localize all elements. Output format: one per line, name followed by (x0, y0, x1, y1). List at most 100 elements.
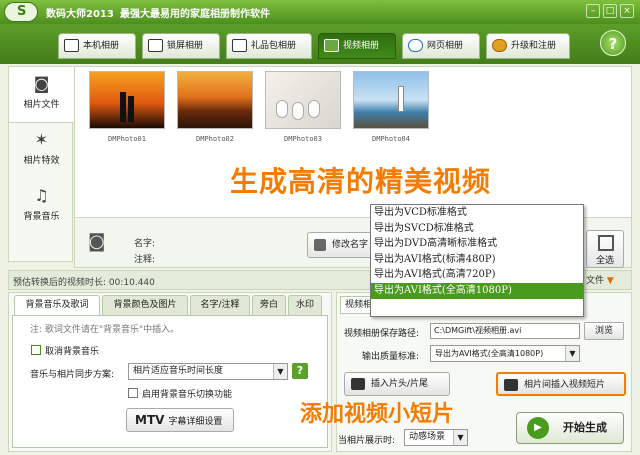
quality-label: 输出质量标准: (362, 352, 420, 362)
subtab-watermark[interactable]: 水印 (288, 295, 322, 315)
shoe-shape (292, 102, 304, 120)
quality-option-avi-480p[interactable]: 导出为AVI格式(标清480P) (371, 252, 583, 268)
effects-icon: ✶ (34, 130, 49, 149)
tab-label: 升级和注册 (511, 41, 557, 51)
silhouette-figure (128, 96, 134, 122)
quality-option-avi-1080p[interactable]: 导出为AVI格式(全高清1080P) (371, 282, 583, 299)
camera-icon: ◙ (33, 74, 50, 93)
sidebar-item-label: 背景音乐 (23, 212, 60, 222)
camera-icon: ◙ (88, 231, 106, 252)
ie-icon (408, 39, 423, 52)
enable-switch-label: 启用背景音乐切换功能 (142, 390, 233, 400)
title-bar: S 数码大师2013 最强大最易用的家庭相册制作软件 – □ × (0, 0, 640, 24)
enable-switch-checkbox[interactable] (128, 388, 138, 398)
subtitle-settings-label: 字幕详细设置 (168, 417, 223, 427)
duration-estimate: 预估转换后的视频时长: 00:10.440 (13, 278, 155, 288)
subtab-bg-color[interactable]: 背景颜色及图片 (102, 295, 188, 315)
photo-thumbnail[interactable] (353, 71, 429, 129)
tab-label: 本机相册 (83, 41, 120, 51)
play-icon: ▶ (527, 417, 549, 439)
sync-value: 相片适应音乐时间长度 (133, 366, 224, 376)
chevron-down-icon: ▼ (453, 430, 467, 445)
quality-option-dvd[interactable]: 导出为DVD高清晰标准格式 (371, 236, 583, 252)
insert-intro-label: 插入片头/片尾 (371, 379, 429, 389)
start-label: 开始生成 (563, 421, 607, 434)
edit-name-button[interactable]: 修改名字 (307, 232, 373, 258)
photo-thumbnail[interactable] (177, 71, 253, 129)
mtv-icon: MTV (135, 413, 165, 427)
overlay-caption-hd-video: 生成高清的精美视频 (230, 165, 492, 198)
app-slogan: 最强大最易用的家庭相册制作软件 (120, 9, 270, 20)
select-all-button[interactable]: 全选 (586, 230, 624, 268)
chevron-down-icon: ▼ (273, 364, 287, 379)
left-sidebar: ◙ 相片文件 ✶ 相片特效 ♫ 背景音乐 (8, 66, 74, 262)
tab-label: 礼品包相册 (251, 41, 297, 51)
maximize-icon[interactable]: □ (603, 4, 617, 18)
photo-name: DMPhoto04 (372, 135, 410, 143)
subtitle-settings-button[interactable]: MTV 字幕详细设置 (126, 408, 234, 432)
subtab-music-lyrics[interactable]: 背景音乐及歌词 (14, 295, 100, 317)
quality-option-vcd[interactable]: 导出为VCD标准格式 (371, 205, 583, 221)
grid-icon (598, 235, 614, 251)
chevron-down-icon: ▼ (606, 276, 614, 286)
app-logo: S (4, 2, 38, 22)
display-select[interactable]: 动感场景 ▼ (404, 429, 468, 446)
insert-clip-label: 相片间插入视频短片 (524, 380, 606, 390)
more-files-label[interactable]: 文件 ▼ (586, 273, 614, 286)
display-label: 当相片展示时: (338, 436, 396, 446)
subtab-narration[interactable]: 旁白 (252, 295, 286, 315)
subtab-name-note[interactable]: 名字/注释 (190, 295, 250, 315)
sidebar-item-music[interactable]: ♫ 背景音乐 (9, 179, 74, 235)
tab-web-album[interactable]: 网页相册 (402, 33, 480, 59)
music-icon: ♫ (34, 186, 49, 205)
quality-option-avi-720p[interactable]: 导出为AVI格式(高清720P) (371, 267, 583, 283)
lighthouse-shape (398, 86, 404, 112)
display-value: 动感场景 (409, 432, 446, 442)
browse-button[interactable]: 浏览 (584, 322, 624, 340)
album-icon (64, 39, 79, 52)
start-button[interactable]: ▶ 开始生成 (516, 412, 624, 444)
shoe-shape (276, 100, 288, 118)
edit-name-label: 修改名字 (332, 240, 369, 250)
sidebar-item-label: 相片特效 (23, 156, 60, 166)
photo-thumbnail[interactable] (265, 71, 341, 129)
photo-name: DMPhoto02 (196, 135, 234, 143)
gift-icon (232, 39, 247, 52)
save-path-input[interactable]: C:\DMGift\视频相册.avi (430, 323, 580, 339)
quality-dropdown-list: 导出为VCD标准格式 导出为SVCD标准格式 导出为DVD高清晰标准格式 导出为… (370, 204, 584, 317)
save-path-label: 视频相册保存路径: (344, 329, 420, 339)
cancel-bg-music-checkbox[interactable] (31, 345, 41, 355)
sync-label: 音乐与相片同步方案: (30, 370, 115, 380)
sync-select[interactable]: 相片适应音乐时间长度 ▼ (128, 363, 288, 380)
cancel-bg-music-label: 取消背景音乐 (45, 347, 100, 357)
quality-option-svcd[interactable]: 导出为SVCD标准格式 (371, 221, 583, 237)
name-label: 名字: (134, 239, 156, 249)
key-icon (492, 39, 507, 52)
insert-intro-button[interactable]: 插入片头/片尾 (344, 372, 450, 396)
sidebar-item-effects[interactable]: ✶ 相片特效 (9, 123, 74, 179)
sync-help-button[interactable]: ? (292, 363, 308, 379)
insert-clip-button[interactable]: 相片间插入视频短片 (496, 372, 626, 396)
chevron-down-icon: ▼ (565, 346, 579, 361)
sidebar-item-label: 相片文件 (23, 100, 60, 110)
sidebar-item-photos[interactable]: ◙ 相片文件 (9, 67, 74, 123)
tab-upgrade-register[interactable]: 升级和注册 (486, 33, 570, 59)
main-tab-bar: 本机相册 锁屏相册 礼品包相册 视频相册 网页相册 升级和注册 (0, 24, 640, 64)
pencil-icon (314, 239, 326, 251)
photo-thumbnail[interactable] (89, 71, 165, 129)
tab-label: 网页相册 (427, 41, 464, 51)
help-button[interactable]: ? (600, 30, 626, 56)
tab-video-album[interactable]: 视频相册 (318, 33, 396, 59)
quality-value: 导出为AVI格式(全高清1080P) (435, 349, 544, 358)
more-files-text: 文件 (586, 276, 605, 286)
app-title: 数码大师2013 (46, 9, 114, 20)
photo-name: DMPhoto03 (284, 135, 322, 143)
tab-gift-album[interactable]: 礼品包相册 (226, 33, 312, 59)
quality-select[interactable]: 导出为AVI格式(全高清1080P) ▼ (430, 345, 580, 362)
close-icon[interactable]: × (620, 4, 634, 18)
minimize-icon[interactable]: – (586, 4, 600, 18)
tab-local-album[interactable]: 本机相册 (58, 33, 136, 59)
photo-name: DMPhoto01 (108, 135, 146, 143)
tab-lockscreen-album[interactable]: 锁屏相册 (142, 33, 220, 59)
film-icon (324, 39, 339, 52)
